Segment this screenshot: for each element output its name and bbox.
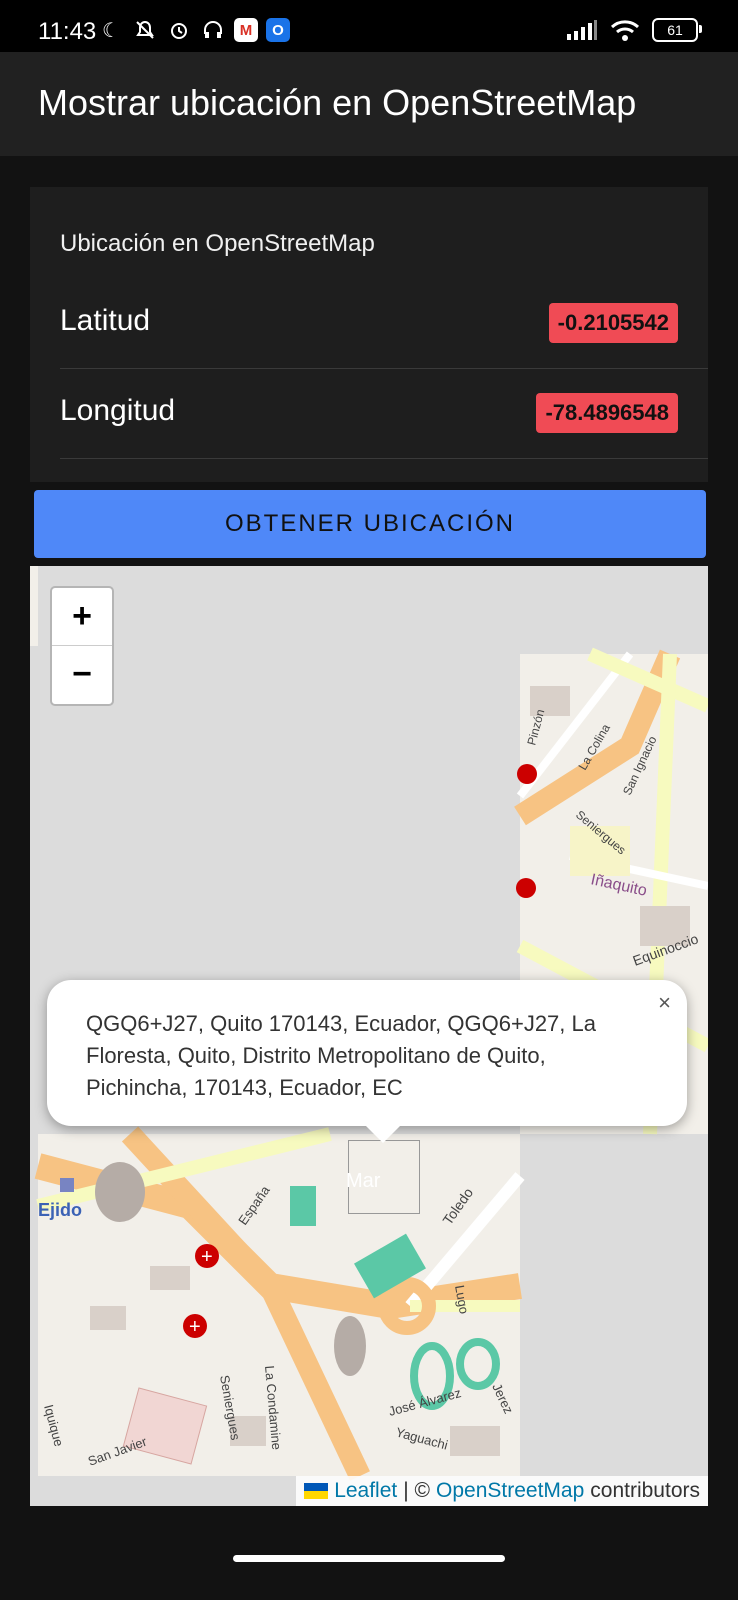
battery-icon: 61 <box>652 18 702 42</box>
location-card: Ubicación en OpenStreetMap Latitud -0.21… <box>30 187 708 482</box>
moon-icon: ☾ <box>102 19 120 42</box>
popup-close-button[interactable]: × <box>658 990 671 1016</box>
longitude-row: Longitud -78.4896548 <box>60 368 708 459</box>
map-label-ejido: Ejido <box>38 1200 82 1220</box>
popup-address: QGQ6+J27, Quito 170143, Ecuador, QGQ6+J2… <box>86 1011 596 1100</box>
get-location-button[interactable]: OBTENER UBICACIÓN <box>34 490 706 558</box>
headphones-icon <box>200 17 226 43</box>
zoom-control: + − <box>50 586 114 706</box>
app-bar: Mostrar ubicación en OpenStreetMap <box>0 52 738 156</box>
leaflet-link[interactable]: Leaflet <box>334 1479 397 1503</box>
attribution-suffix: contributors <box>590 1479 700 1502</box>
svg-text:+: + <box>201 1246 213 1268</box>
notification-icons: ☾ M O <box>98 17 290 43</box>
gmail-icon: M <box>234 18 258 42</box>
longitude-label: Longitud <box>60 394 176 427</box>
bell-off-icon <box>132 17 158 43</box>
card-title: Ubicación en OpenStreetMap <box>60 230 375 257</box>
svg-text:+: + <box>189 1316 201 1338</box>
popup-tip <box>365 1125 401 1143</box>
system-icons: 61 <box>566 18 702 42</box>
map-popup: QGQ6+J27, Quito 170143, Ecuador, QGQ6+J2… <box>47 980 687 1143</box>
status-bar: 11:43 ☾ M O 61 <box>0 0 738 52</box>
marker-alt-text: Mar <box>346 1170 381 1192</box>
ukraine-flag-icon <box>304 1483 329 1499</box>
zoom-out-button[interactable]: − <box>52 645 112 703</box>
openstreetmap-link[interactable]: OpenStreetMap <box>436 1479 584 1503</box>
app-title: Mostrar ubicación en OpenStreetMap <box>38 82 637 123</box>
latitude-label: Latitud <box>60 304 151 337</box>
outlook-icon: O <box>266 18 290 42</box>
map-view[interactable]: Iñaquito Equinoccio La Colina San Ignaci… <box>30 566 708 1506</box>
latitude-value-badge: -0.2105542 <box>548 303 678 343</box>
map-tile-bottom: + + Ejido Toledo España Lugo La Condamin… <box>34 1126 525 1481</box>
alarm-icon <box>166 17 192 43</box>
wifi-icon <box>610 20 640 41</box>
gesture-nav-bar[interactable] <box>233 1555 505 1562</box>
signal-icon <box>567 20 597 40</box>
zoom-in-button[interactable]: + <box>52 588 112 645</box>
map-attribution: Leaflet | © OpenStreetMap contributors <box>296 1476 708 1506</box>
battery-level: 61 <box>667 22 683 38</box>
latitude-row: Latitud -0.2105542 <box>60 278 708 369</box>
longitude-value-badge: -78.4896548 <box>536 393 678 433</box>
status-time: 11:43 <box>38 18 97 45</box>
attribution-separator: | © <box>403 1479 431 1502</box>
